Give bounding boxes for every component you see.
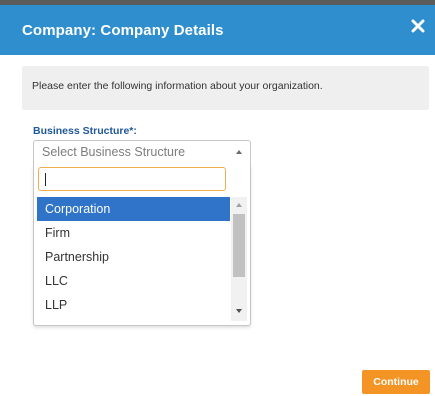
- close-button[interactable]: [407, 16, 429, 40]
- scroll-down-arrow-icon[interactable]: [236, 309, 242, 313]
- scrollbar-thumb[interactable]: [233, 214, 245, 277]
- text-caret: [45, 173, 46, 186]
- dropdown-options: Corporation Firm Partnership LLC LLP: [37, 197, 230, 319]
- dropdown-scrollbar[interactable]: [231, 197, 247, 321]
- select-placeholder: Select Business Structure: [42, 145, 186, 159]
- close-x-icon: [411, 19, 425, 38]
- option-llp[interactable]: LLP: [37, 293, 230, 317]
- business-structure-dropdown: Corporation Firm Partnership LLC LLP: [33, 165, 251, 326]
- option-llc[interactable]: LLC: [37, 269, 230, 293]
- option-corporation[interactable]: Corporation: [37, 197, 230, 221]
- dialog-title: Company: Company Details: [22, 22, 224, 39]
- dialog-header: Company: Company Details: [0, 5, 435, 55]
- chevron-up-icon: [236, 150, 242, 154]
- continue-button[interactable]: Continue: [362, 370, 430, 394]
- business-structure-label: Business Structure*:: [33, 125, 137, 137]
- option-partnership[interactable]: Partnership: [37, 245, 230, 269]
- info-text: Please enter the following information a…: [32, 80, 323, 92]
- business-structure-select[interactable]: Select Business Structure: [33, 140, 251, 165]
- scroll-up-arrow-icon[interactable]: [236, 203, 242, 207]
- option-firm[interactable]: Firm: [37, 221, 230, 245]
- dropdown-search-input[interactable]: [38, 167, 226, 191]
- info-panel: Please enter the following information a…: [22, 66, 429, 110]
